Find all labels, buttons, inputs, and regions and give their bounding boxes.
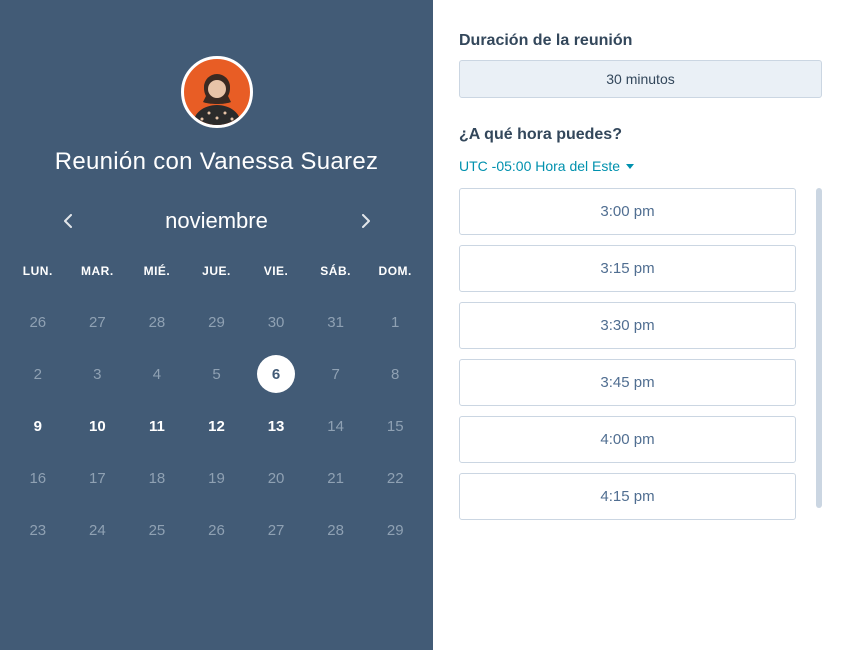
time-slots-list: 3:00 pm 3:15 pm 3:30 pm 3:45 pm 4:00 pm 4:15 … bbox=[459, 188, 816, 650]
calendar-week-row: 23242526272829 bbox=[8, 504, 425, 556]
time-slot[interactable]: 3:45 pm bbox=[459, 359, 796, 406]
calendar-day-disabled: 20 bbox=[246, 452, 306, 504]
calendar-panel: Reunión con Vanessa Suarez noviembre LUN… bbox=[0, 0, 433, 650]
time-slot[interactable]: 4:00 pm bbox=[459, 416, 796, 463]
duration-selector[interactable]: 30 minutos bbox=[459, 60, 822, 98]
timezone-selector[interactable]: UTC -05:00 Hora del Este bbox=[459, 158, 822, 174]
scrollbar-track[interactable] bbox=[816, 188, 822, 650]
month-label: noviembre bbox=[165, 208, 268, 234]
calendar-day-disabled: 26 bbox=[187, 504, 247, 556]
calendar-day-disabled: 1 bbox=[365, 296, 425, 348]
calendar-day-disabled: 28 bbox=[306, 504, 366, 556]
calendar-day-disabled: 5 bbox=[187, 348, 247, 400]
calendar-day-disabled: 16 bbox=[8, 452, 68, 504]
calendar-day-disabled: 15 bbox=[365, 400, 425, 452]
calendar-week-row: 2345678 bbox=[8, 348, 425, 400]
weekday-header: DOM. bbox=[365, 264, 425, 296]
calendar-day-disabled: 29 bbox=[365, 504, 425, 556]
calendar-day-disabled: 27 bbox=[246, 504, 306, 556]
calendar-day-selected[interactable]: 6 bbox=[246, 348, 306, 400]
calendar-day-disabled: 29 bbox=[187, 296, 247, 348]
weekday-header: JUE. bbox=[187, 264, 247, 296]
caret-down-icon bbox=[626, 164, 634, 169]
calendar-day-disabled: 18 bbox=[127, 452, 187, 504]
calendar-day-available[interactable]: 9 bbox=[8, 400, 68, 452]
time-heading: ¿A qué hora puedes? bbox=[459, 126, 822, 144]
calendar-day-available[interactable]: 10 bbox=[68, 400, 128, 452]
next-month-button[interactable] bbox=[353, 208, 379, 234]
time-slots-container: 3:00 pm 3:15 pm 3:30 pm 3:45 pm 4:00 pm 4:15 … bbox=[459, 188, 822, 650]
time-slot[interactable]: 3:30 pm bbox=[459, 302, 796, 349]
calendar-day-available[interactable]: 13 bbox=[246, 400, 306, 452]
calendar-day-disabled: 8 bbox=[365, 348, 425, 400]
calendar-day-disabled: 31 bbox=[306, 296, 366, 348]
calendar-day-disabled: 28 bbox=[127, 296, 187, 348]
calendar-week-row: 9101112131415 bbox=[8, 400, 425, 452]
calendar-week-row: 2627282930311 bbox=[8, 296, 425, 348]
weekday-header: MIÉ. bbox=[127, 264, 187, 296]
weekday-header: MAR. bbox=[68, 264, 128, 296]
time-slot[interactable]: 4:15 pm bbox=[459, 473, 796, 520]
timezone-label: UTC -05:00 Hora del Este bbox=[459, 158, 620, 174]
calendar-day-disabled: 27 bbox=[68, 296, 128, 348]
calendar-day-disabled: 26 bbox=[8, 296, 68, 348]
chevron-right-icon bbox=[362, 214, 371, 228]
calendar-day-disabled: 21 bbox=[306, 452, 366, 504]
weekday-header: SÁB. bbox=[306, 264, 366, 296]
calendar-day-disabled: 2 bbox=[8, 348, 68, 400]
time-slot[interactable]: 3:15 pm bbox=[459, 245, 796, 292]
calendar-day-disabled: 30 bbox=[246, 296, 306, 348]
calendar-day-disabled: 24 bbox=[68, 504, 128, 556]
time-slot[interactable]: 3:00 pm bbox=[459, 188, 796, 235]
calendar-week-row: 16171819202122 bbox=[8, 452, 425, 504]
calendar-day-disabled: 25 bbox=[127, 504, 187, 556]
host-avatar bbox=[181, 56, 253, 128]
duration-heading: Duración de la reunión bbox=[459, 32, 822, 50]
calendar-day-disabled: 19 bbox=[187, 452, 247, 504]
calendar-weeks: 2627282930311234567891011121314151617181… bbox=[8, 296, 425, 556]
calendar-day-disabled: 3 bbox=[68, 348, 128, 400]
calendar-day-disabled: 22 bbox=[365, 452, 425, 504]
calendar-day-disabled: 14 bbox=[306, 400, 366, 452]
chevron-left-icon bbox=[63, 214, 72, 228]
avatar-person-icon bbox=[187, 65, 247, 125]
time-selection-panel: Duración de la reunión 30 minutos ¿A qué… bbox=[433, 0, 848, 650]
scrollbar-thumb[interactable] bbox=[816, 188, 822, 508]
calendar-grid: LUN.MAR.MIÉ.JUE.VIE.SÁB.DOM. 26272829303… bbox=[0, 264, 433, 556]
month-navigation: noviembre bbox=[0, 208, 433, 234]
weekday-header: VIE. bbox=[246, 264, 306, 296]
calendar-day-disabled: 23 bbox=[8, 504, 68, 556]
prev-month-button[interactable] bbox=[54, 208, 80, 234]
weekday-header: LUN. bbox=[8, 264, 68, 296]
calendar-day-available[interactable]: 11 bbox=[127, 400, 187, 452]
calendar-day-disabled: 7 bbox=[306, 348, 366, 400]
weekday-header-row: LUN.MAR.MIÉ.JUE.VIE.SÁB.DOM. bbox=[8, 264, 425, 296]
scheduler-app: Reunión con Vanessa Suarez noviembre LUN… bbox=[0, 0, 848, 650]
calendar-day-disabled: 4 bbox=[127, 348, 187, 400]
calendar-day-disabled: 17 bbox=[68, 452, 128, 504]
calendar-day-available[interactable]: 12 bbox=[187, 400, 247, 452]
meeting-title: Reunión con Vanessa Suarez bbox=[55, 148, 379, 176]
